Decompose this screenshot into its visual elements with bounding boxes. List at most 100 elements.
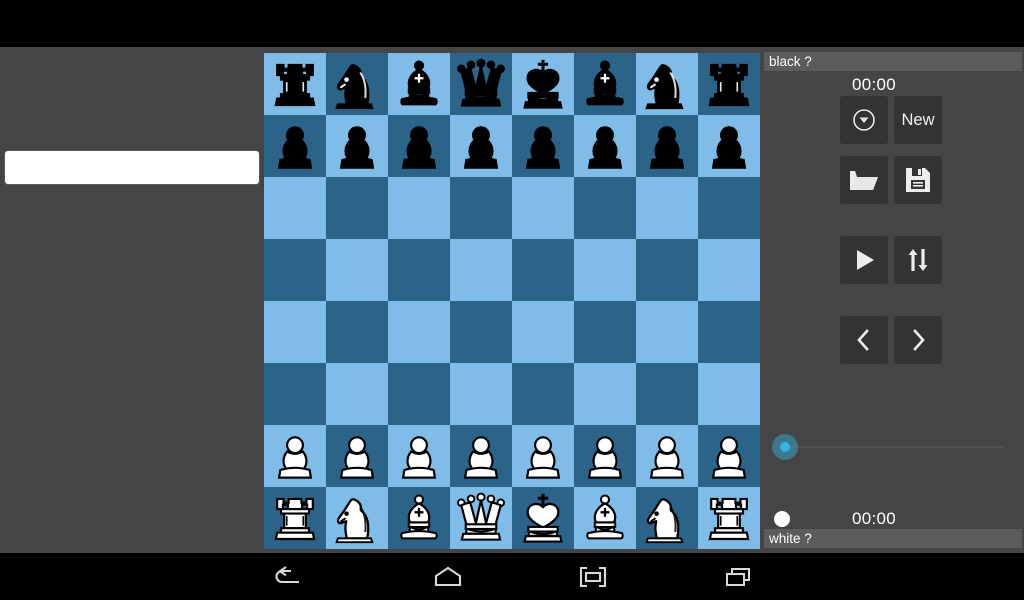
board-square-c7[interactable] [388, 115, 450, 177]
move-seekbar[interactable] [772, 434, 1012, 460]
board-square-b7[interactable] [326, 115, 388, 177]
white-pawn-piece[interactable] [639, 428, 695, 484]
board-square-c6[interactable] [388, 177, 450, 239]
next-move-button[interactable] [894, 316, 942, 364]
nav-recents-button[interactable] [704, 553, 774, 600]
board-square-a5[interactable] [264, 239, 326, 301]
board-square-a8[interactable] [264, 53, 326, 115]
board-grid[interactable] [264, 53, 760, 549]
black-queen-piece[interactable] [453, 56, 509, 112]
white-knight-piece[interactable] [639, 490, 695, 546]
black-knight-piece[interactable] [329, 56, 385, 112]
board-square-e3[interactable] [512, 363, 574, 425]
board-square-d6[interactable] [450, 177, 512, 239]
chess-board[interactable] [264, 53, 760, 549]
board-square-a3[interactable] [264, 363, 326, 425]
board-square-e8[interactable] [512, 53, 574, 115]
board-square-f4[interactable] [574, 301, 636, 363]
black-pawn-piece[interactable] [329, 118, 385, 174]
board-square-h7[interactable] [698, 115, 760, 177]
board-square-f8[interactable] [574, 53, 636, 115]
board-square-d3[interactable] [450, 363, 512, 425]
move-list-field[interactable] [5, 151, 259, 184]
black-bishop-piece[interactable] [577, 56, 633, 112]
board-square-h1[interactable] [698, 487, 760, 549]
black-pawn-piece[interactable] [701, 118, 757, 174]
board-square-b3[interactable] [326, 363, 388, 425]
white-pawn-piece[interactable] [267, 428, 323, 484]
board-square-a1[interactable] [264, 487, 326, 549]
board-square-c4[interactable] [388, 301, 450, 363]
white-player-label[interactable]: white ? [764, 529, 1022, 548]
board-square-h8[interactable] [698, 53, 760, 115]
board-square-f6[interactable] [574, 177, 636, 239]
white-queen-piece[interactable] [453, 490, 509, 546]
white-pawn-piece[interactable] [453, 428, 509, 484]
board-square-d1[interactable] [450, 487, 512, 549]
board-square-b8[interactable] [326, 53, 388, 115]
board-square-h4[interactable] [698, 301, 760, 363]
nav-fullscreen-button[interactable] [558, 553, 628, 600]
white-bishop-piece[interactable] [391, 490, 447, 546]
black-player-label[interactable]: black ? [764, 52, 1022, 71]
board-square-d2[interactable] [450, 425, 512, 487]
board-square-b1[interactable] [326, 487, 388, 549]
black-pawn-piece[interactable] [577, 118, 633, 174]
new-game-button[interactable]: New [894, 96, 942, 144]
board-square-g1[interactable] [636, 487, 698, 549]
black-rook-piece[interactable] [267, 56, 323, 112]
board-square-b5[interactable] [326, 239, 388, 301]
nav-home-button[interactable] [413, 553, 483, 600]
board-square-c5[interactable] [388, 239, 450, 301]
board-square-f1[interactable] [574, 487, 636, 549]
board-square-c8[interactable] [388, 53, 450, 115]
board-square-h5[interactable] [698, 239, 760, 301]
board-square-c3[interactable] [388, 363, 450, 425]
board-square-h2[interactable] [698, 425, 760, 487]
white-pawn-piece[interactable] [577, 428, 633, 484]
board-square-f2[interactable] [574, 425, 636, 487]
open-button[interactable] [840, 156, 888, 204]
black-pawn-piece[interactable] [639, 118, 695, 174]
board-square-a7[interactable] [264, 115, 326, 177]
board-square-g8[interactable] [636, 53, 698, 115]
board-square-g7[interactable] [636, 115, 698, 177]
white-pawn-piece[interactable] [515, 428, 571, 484]
black-pawn-piece[interactable] [391, 118, 447, 174]
board-square-b4[interactable] [326, 301, 388, 363]
board-square-g2[interactable] [636, 425, 698, 487]
board-square-f3[interactable] [574, 363, 636, 425]
board-square-e2[interactable] [512, 425, 574, 487]
board-square-f5[interactable] [574, 239, 636, 301]
board-square-g6[interactable] [636, 177, 698, 239]
board-square-h3[interactable] [698, 363, 760, 425]
flip-button[interactable] [894, 236, 942, 284]
board-square-g4[interactable] [636, 301, 698, 363]
board-square-d4[interactable] [450, 301, 512, 363]
board-square-g5[interactable] [636, 239, 698, 301]
white-pawn-piece[interactable] [701, 428, 757, 484]
black-knight-piece[interactable] [639, 56, 695, 112]
black-rook-piece[interactable] [701, 56, 757, 112]
board-square-e5[interactable] [512, 239, 574, 301]
board-square-c2[interactable] [388, 425, 450, 487]
white-king-piece[interactable] [515, 490, 571, 546]
white-knight-piece[interactable] [329, 490, 385, 546]
black-pawn-piece[interactable] [515, 118, 571, 174]
board-square-d5[interactable] [450, 239, 512, 301]
black-king-piece[interactable] [515, 56, 571, 112]
black-pawn-piece[interactable] [267, 118, 323, 174]
white-rook-piece[interactable] [701, 490, 757, 546]
black-bishop-piece[interactable] [391, 56, 447, 112]
board-square-e4[interactable] [512, 301, 574, 363]
board-square-d7[interactable] [450, 115, 512, 177]
seekbar-thumb[interactable] [772, 434, 798, 460]
board-square-a4[interactable] [264, 301, 326, 363]
nav-back-button[interactable] [251, 553, 321, 600]
board-square-g3[interactable] [636, 363, 698, 425]
board-square-f7[interactable] [574, 115, 636, 177]
board-square-e1[interactable] [512, 487, 574, 549]
board-square-a2[interactable] [264, 425, 326, 487]
board-square-a6[interactable] [264, 177, 326, 239]
board-square-b2[interactable] [326, 425, 388, 487]
